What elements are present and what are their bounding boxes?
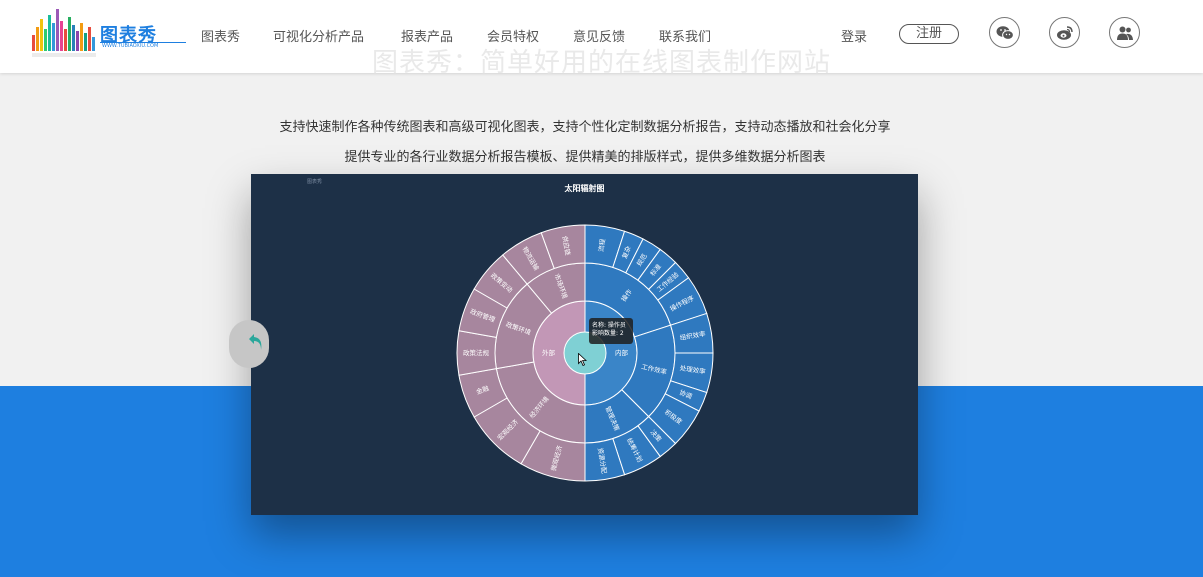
group-button[interactable] (1109, 17, 1140, 48)
mouse-cursor-icon (578, 353, 587, 366)
nav-item-visual-products[interactable]: 可视化分析产品 (273, 26, 364, 45)
nav-item-feedback[interactable]: 意见反馈 (573, 26, 625, 45)
sunburst-label-outside: 外部 (542, 348, 556, 357)
nav-item-membership[interactable]: 会员特权 (487, 26, 539, 45)
tooltip-line-1: 名称: 操作员 (592, 322, 626, 329)
weibo-button[interactable] (1049, 17, 1080, 48)
sunburst-label-inside: 内部 (615, 348, 629, 357)
tooltip-line-2: 影响数量: 2 (592, 330, 624, 337)
top-navbar: 图表秀 WWW.TUBIAOXIU.COM 图表秀 可视化分析产品 报表产品 会… (0, 0, 1203, 73)
nav-item-report-products[interactable]: 报表产品 (401, 26, 453, 45)
group-icon (1116, 26, 1133, 40)
logo-subtext: WWW.TUBIAOXIU.COM (102, 43, 159, 49)
sunburst-chart: 内部操作流程 复杂规范标准工作经验操作程序工作效率组织效率处理效率协调积极度管理决… (456, 224, 714, 482)
chart-watermark: 图表秀 (307, 179, 323, 185)
wechat-button[interactable] (989, 17, 1020, 48)
chart-tooltip: 名称: 操作员 影响数量: 2 (589, 318, 633, 344)
back-arrow-icon (249, 334, 262, 350)
register-button[interactable]: 注册 (899, 24, 959, 44)
nav-item-tubiaoxiu[interactable]: 图表秀 (201, 26, 240, 45)
nav-item-contact[interactable]: 联系我们 (659, 26, 711, 45)
login-link[interactable]: 登录 (841, 26, 867, 45)
chart-preview-panel: 内部 操作 流程 复杂 规范 标准 工作经验 操作程序 工作效率 组织效率 处理效率 协调 积极度 管理决… (251, 174, 918, 515)
chart-title: 太阳辐射图 (564, 184, 605, 193)
weibo-icon (1056, 25, 1073, 40)
site-logo[interactable]: 图表秀 WWW.TUBIAOXIU.COM (30, 9, 188, 59)
hero-description-1: 支持快速制作各种传统图表和高级可视化图表，支持个性化定制数据分析报告，支持动态播… (279, 120, 891, 135)
wechat-icon (996, 25, 1014, 40)
logo-bars-icon (32, 9, 96, 57)
sunburst-ring3-label: 政策法规 (463, 348, 490, 357)
hero-description-2: 提供专业的各行业数据分析报告模板、提供精美的排版样式，提供多维数据分析图表 (344, 150, 826, 165)
